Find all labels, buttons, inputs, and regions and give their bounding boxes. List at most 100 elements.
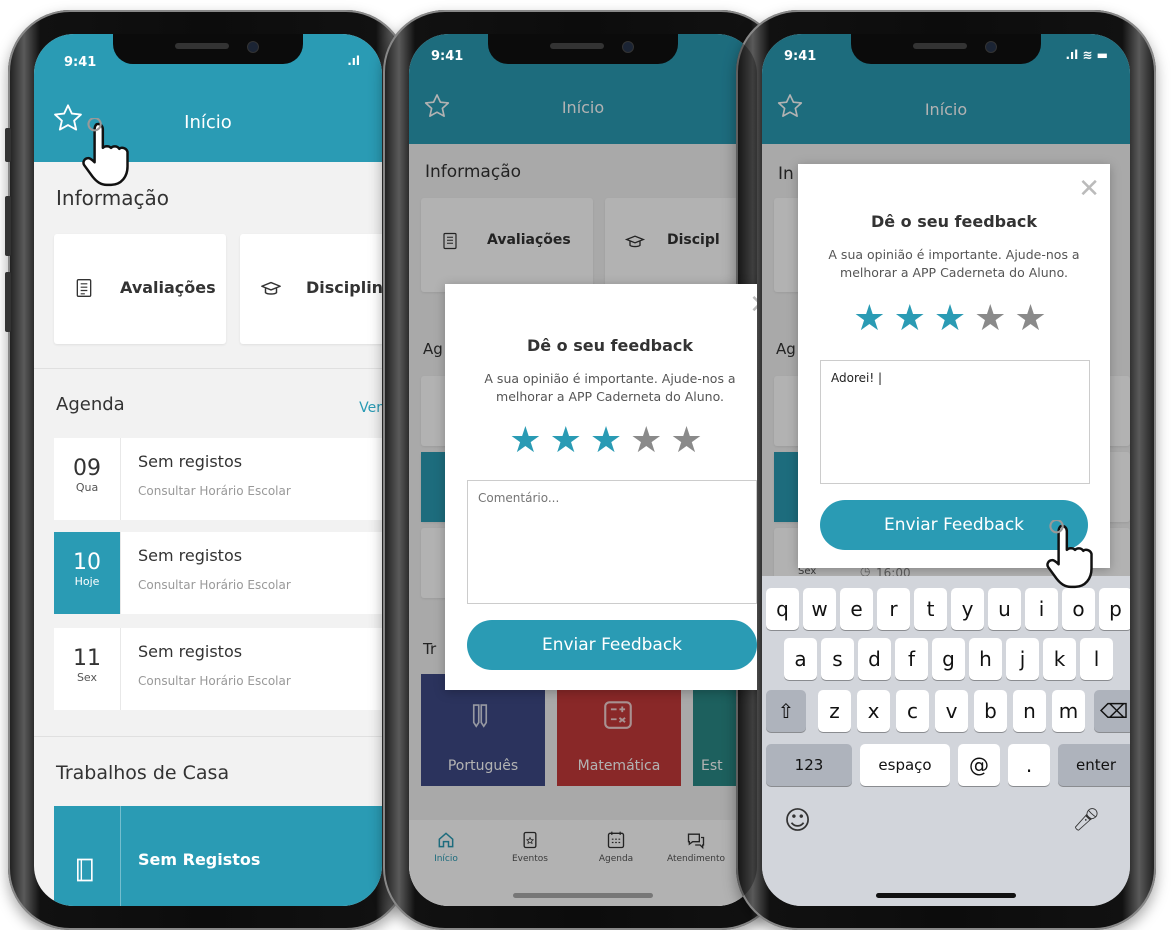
graduation-cap-icon	[261, 281, 281, 295]
notch	[488, 34, 678, 64]
status-time: 9:41	[431, 49, 464, 64]
star-icon[interactable]: ★	[590, 420, 630, 461]
home-indicator	[513, 893, 653, 898]
homework-section-title: Trabalhos de Casa	[56, 762, 230, 784]
key-s[interactable]: s	[821, 638, 854, 680]
star-icon[interactable]: ★	[630, 420, 670, 461]
star-icon[interactable]: ★	[894, 298, 934, 339]
key-b[interactable]: b	[974, 690, 1007, 732]
tap-hand-icon	[1046, 520, 1093, 589]
key-r[interactable]: r	[877, 588, 910, 630]
agenda-section-title: Agenda	[56, 394, 125, 415]
signal-icon: .ıl	[347, 54, 360, 68]
send-feedback-button[interactable]: Enviar Feedback	[467, 620, 757, 670]
homework-card-side	[54, 806, 121, 906]
key-g[interactable]: g	[932, 638, 965, 680]
star-icon[interactable]: ★	[974, 298, 1014, 339]
numbers-key[interactable]: 123	[766, 744, 852, 786]
agenda-row-today[interactable]: 10 Hoje Sem registos Consultar Horário Es…	[54, 532, 382, 614]
agenda-subtitle[interactable]: Consultar Horário Escolar	[138, 484, 291, 498]
feedback-modal: ✕ Dê o seu feedback A sua opinião é impo…	[445, 284, 757, 690]
card-avaliacoes[interactable]: Avaliações	[54, 234, 226, 344]
key-k[interactable]: k	[1043, 638, 1076, 680]
book-icon	[77, 858, 93, 882]
rating-stars[interactable]: ★★★★★	[798, 298, 1110, 339]
agenda-subtitle[interactable]: Consultar Horário Escolar	[138, 674, 291, 688]
key-d[interactable]: d	[858, 638, 891, 680]
at-key[interactable]: @	[958, 744, 1000, 786]
key-v[interactable]: v	[935, 690, 968, 732]
home-indicator	[876, 893, 1016, 898]
key-w[interactable]: w	[803, 588, 836, 630]
rating-stars[interactable]: ★★★★★	[445, 420, 757, 461]
close-icon[interactable]: ✕	[1078, 174, 1100, 204]
key-i[interactable]: i	[1025, 588, 1058, 630]
star-icon[interactable]: ★	[550, 420, 590, 461]
feedback-modal: ✕ Dê o seu feedback A sua opinião é impo…	[798, 164, 1110, 568]
mute-switch	[5, 128, 11, 162]
key-h[interactable]: h	[969, 638, 1002, 680]
microphone-icon[interactable]: 🎤︎	[1072, 808, 1100, 833]
key-l[interactable]: l	[1080, 638, 1113, 680]
key-m[interactable]: m	[1052, 690, 1085, 732]
phone-2: 9:41 Início Informação Avaliações Discip…	[383, 10, 783, 930]
status-time: 9:41	[64, 55, 97, 70]
agenda-title: Sem registos	[138, 642, 243, 661]
star-icon[interactable]: ★	[509, 420, 549, 461]
key-y[interactable]: y	[951, 588, 984, 630]
agenda-title: Sem registos	[138, 546, 243, 565]
key-o[interactable]: o	[1062, 588, 1095, 630]
key-c[interactable]: c	[896, 690, 929, 732]
agenda-row[interactable]: 11 Sex Sem registos Consultar Horário Esc…	[54, 628, 382, 710]
comment-textarea[interactable]	[467, 480, 757, 604]
star-icon[interactable]: ★	[934, 298, 974, 339]
key-u[interactable]: u	[988, 588, 1021, 630]
modal-subtitle: A sua opinião é importante. Ajude-nos a …	[828, 247, 1080, 280]
key-a[interactable]: a	[784, 638, 817, 680]
enter-key[interactable]: enter	[1058, 744, 1130, 786]
agenda-subtitle[interactable]: Consultar Horário Escolar	[138, 578, 291, 592]
close-icon[interactable]: ✕	[749, 290, 757, 320]
key-z[interactable]: z	[818, 690, 851, 732]
key-t[interactable]: t	[914, 588, 947, 630]
shift-key[interactable]: ⇧	[766, 690, 806, 732]
notch	[851, 34, 1041, 64]
divider	[34, 736, 382, 737]
key-j[interactable]: j	[1006, 638, 1039, 680]
agenda-date: 11 Sex	[54, 628, 121, 710]
agenda-row[interactable]: 09 Qua Sem registos Consultar Horário Esc…	[54, 438, 382, 520]
star-icon[interactable]: ★	[670, 420, 710, 461]
backspace-key[interactable]: ⌫	[1094, 690, 1130, 732]
emoji-icon[interactable]: ☺	[784, 806, 811, 836]
homework-card-title: Sem Registos	[138, 850, 261, 869]
screen-2: 9:41 Início Informação Avaliações Discip…	[409, 34, 757, 906]
modal-title: Dê o seu feedback	[870, 212, 1038, 231]
volume-up-button	[5, 196, 11, 256]
space-key[interactable]: espaço	[860, 744, 950, 786]
comment-textarea[interactable]: Adorei! |	[820, 360, 1090, 484]
agenda-title: Sem registos	[138, 452, 243, 471]
signal-wifi-battery-icon: .ıl ≋ ▬	[1065, 48, 1108, 62]
key-f[interactable]: f	[895, 638, 928, 680]
card-disciplinas[interactable]: Disciplin	[240, 234, 382, 344]
homework-card[interactable]: Sem Registos	[54, 806, 382, 906]
agenda-see-more-link[interactable]: Ver	[359, 400, 382, 416]
status-time: 9:41	[784, 49, 817, 64]
key-e[interactable]: e	[840, 588, 873, 630]
card-label: Avaliações	[120, 278, 216, 297]
volume-down-button	[5, 272, 11, 332]
notch	[113, 34, 303, 64]
key-n[interactable]: n	[1013, 690, 1046, 732]
phone-3: 9:41 .ıl ≋ ▬ Início In Ag ais Sex ◷ 16:0…	[736, 10, 1156, 930]
key-x[interactable]: x	[857, 690, 890, 732]
document-icon	[76, 279, 92, 297]
star-icon[interactable]: ★	[1014, 298, 1054, 339]
card-label: Disciplin	[306, 278, 382, 297]
dot-key[interactable]: .	[1008, 744, 1050, 786]
key-q[interactable]: q	[766, 588, 799, 630]
keyboard: qwertyuiop asdfghjkl zxcvbnm ⇧ ⌫ 123 esp…	[762, 576, 1130, 906]
screen-3: 9:41 .ıl ≋ ▬ Início In Ag ais Sex ◷ 16:0…	[762, 34, 1130, 906]
home-content: Informação Avaliações Disciplin Agenda V…	[34, 162, 382, 906]
star-icon[interactable]: ★	[853, 298, 893, 339]
key-p[interactable]: p	[1099, 588, 1130, 630]
